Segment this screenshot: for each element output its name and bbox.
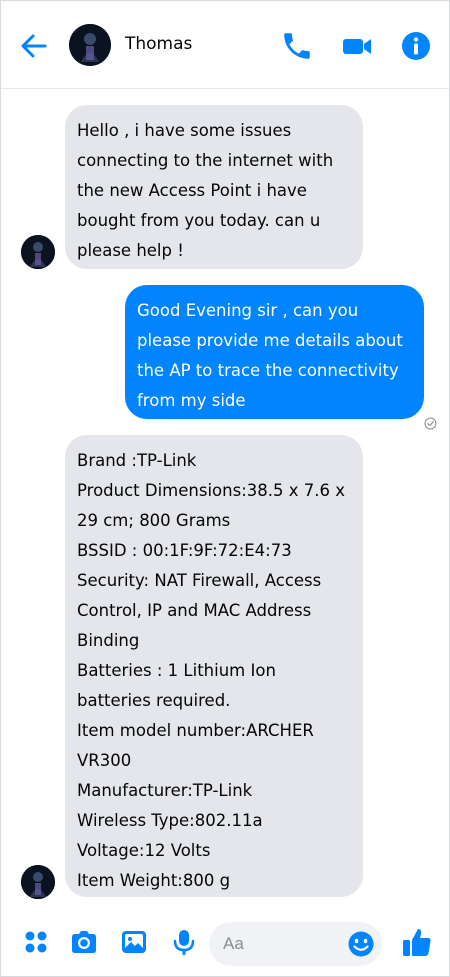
- avatar[interactable]: [21, 235, 55, 269]
- incoming-message[interactable]: Brand :TP-Link Product Dimensions:38.5 x…: [65, 435, 363, 897]
- contact-name[interactable]: Thomas: [125, 34, 192, 54]
- avatar[interactable]: [69, 24, 111, 66]
- message-input[interactable]: [223, 930, 343, 958]
- seen-check-icon: [424, 415, 437, 430]
- microphone-icon[interactable]: [169, 927, 199, 957]
- info-icon[interactable]: [399, 29, 433, 63]
- menu-dots-icon[interactable]: [21, 927, 51, 957]
- camera-icon[interactable]: [69, 927, 99, 957]
- messenger-window: Thomas Hello , i have some issues connec…: [0, 0, 450, 977]
- thumbs-up-icon[interactable]: [400, 925, 434, 959]
- phone-icon[interactable]: [280, 29, 314, 63]
- conversation-header: Thomas: [1, 1, 449, 89]
- back-arrow-icon[interactable]: [17, 29, 51, 63]
- incoming-message[interactable]: Hello , i have some issues connecting to…: [65, 105, 363, 269]
- emoji-icon[interactable]: [346, 929, 376, 959]
- avatar[interactable]: [21, 865, 55, 899]
- gallery-icon[interactable]: [119, 927, 149, 957]
- message-input-box[interactable]: [209, 922, 382, 966]
- video-camera-icon[interactable]: [340, 29, 374, 63]
- outgoing-message[interactable]: Good Evening sir , can you please provid…: [125, 285, 424, 419]
